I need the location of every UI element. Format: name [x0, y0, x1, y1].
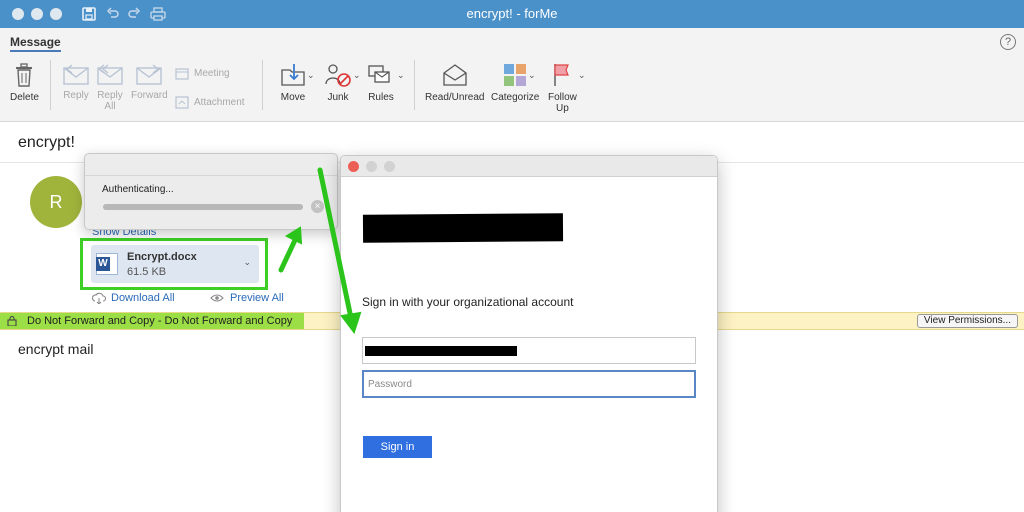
junk-label: Junk: [327, 92, 349, 103]
preview-all-link[interactable]: Preview All: [210, 292, 284, 304]
popup-titlebar: [85, 154, 337, 176]
attachment-size: 61.5 KB: [127, 266, 167, 278]
attachment-name: Encrypt.docx: [127, 251, 197, 263]
ribbon-divider: [414, 60, 415, 110]
reply-all-icon: [97, 64, 123, 85]
username-field[interactable]: [362, 337, 696, 364]
delete-label: Delete: [10, 92, 39, 103]
message-body: encrypt mail: [18, 341, 94, 357]
move-dropdown-chevron-icon[interactable]: ⌄: [307, 70, 315, 81]
arrow-to-popup: [278, 226, 303, 273]
forward-button[interactable]: Forward: [131, 64, 168, 101]
categorize-icon: [504, 64, 527, 86]
categorize-label: Categorize: [491, 92, 540, 103]
junk-icon: [325, 64, 351, 87]
signin-zoom-button[interactable]: [384, 161, 395, 172]
signin-window: Sign in with your organizational account…: [340, 155, 718, 512]
eye-icon: [210, 294, 224, 302]
attachment-highlight-box: W Encrypt.docx 61.5 KB ⌄: [80, 238, 268, 290]
signin-minimize-button[interactable]: [366, 161, 377, 172]
cloud-download-icon: [92, 292, 106, 304]
ribbon-divider: [262, 60, 263, 110]
attachment-chevron-down-icon[interactable]: ⌄: [243, 257, 251, 268]
redacted-organization-logo: [362, 213, 564, 243]
forward-label: Forward: [131, 90, 168, 101]
lock-icon: [7, 316, 17, 326]
title-bar: encrypt! - forMe: [0, 0, 1024, 28]
tab-message[interactable]: Message: [10, 35, 61, 52]
help-icon[interactable]: ?: [1000, 34, 1016, 50]
window-title: encrypt! - forMe: [466, 6, 558, 21]
rules-dropdown-chevron-icon[interactable]: ⌄: [397, 70, 405, 81]
sender-avatar[interactable]: R: [30, 176, 82, 228]
meeting-button[interactable]: Meeting: [175, 67, 230, 80]
reply-button[interactable]: Reply: [62, 64, 90, 101]
flag-icon: [554, 64, 570, 86]
reply-icon: [63, 64, 89, 85]
meeting-label: Meeting: [194, 68, 230, 79]
attachment-button[interactable]: Attachment: [175, 96, 245, 109]
junk-dropdown-chevron-icon[interactable]: ⌄: [353, 70, 361, 81]
download-all-link[interactable]: Download All: [92, 292, 175, 304]
move-to-folder-icon: [281, 64, 305, 86]
calendar-icon: [175, 68, 189, 80]
junk-button[interactable]: Junk: [324, 62, 352, 103]
ribbon-divider: [50, 60, 51, 110]
signin-titlebar: [341, 156, 717, 177]
message-subject: encrypt!: [18, 134, 75, 151]
reply-all-button[interactable]: Reply All: [96, 64, 124, 112]
follow-up-button[interactable]: Follow Up: [548, 62, 577, 114]
attachment-icon: [175, 96, 189, 109]
progress-bar-fill: [103, 204, 303, 210]
word-file-icon: W: [96, 253, 118, 275]
attachment-card[interactable]: W Encrypt.docx 61.5 KB ⌄: [91, 245, 259, 283]
read-unread-button[interactable]: Read/Unread: [425, 62, 484, 103]
password-field[interactable]: [362, 370, 696, 398]
forward-icon: [136, 64, 163, 85]
read-unread-label: Read/Unread: [425, 92, 485, 103]
reply-all-label: Reply All: [97, 90, 123, 112]
categorize-dropdown-chevron-icon[interactable]: ⌄: [528, 70, 536, 81]
rules-icon: [368, 65, 390, 83]
reply-label: Reply: [63, 90, 89, 101]
rules-label: Rules: [368, 92, 394, 103]
signin-close-button[interactable]: [348, 161, 359, 172]
preview-all-label: Preview All: [230, 292, 284, 304]
authenticating-label: Authenticating...: [102, 184, 174, 195]
redacted-username: [365, 346, 517, 356]
signin-title: Sign in with your organizational account: [362, 295, 574, 309]
follow-up-label: Follow Up: [548, 92, 577, 114]
delete-button[interactable]: Delete: [10, 62, 39, 103]
download-all-label: Download All: [111, 292, 175, 304]
trash-icon: [16, 63, 33, 87]
rules-button[interactable]: Rules: [367, 62, 395, 103]
follow-up-dropdown-chevron-icon[interactable]: ⌄: [578, 70, 586, 81]
view-permissions-button[interactable]: View Permissions...: [916, 314, 1018, 328]
attachment-label: Attachment: [194, 97, 245, 108]
signin-button[interactable]: Sign in: [363, 436, 432, 458]
move-label: Move: [280, 92, 306, 103]
categorize-button[interactable]: Categorize: [491, 62, 539, 103]
cancel-icon[interactable]: ×: [311, 200, 324, 213]
progress-bar: [103, 204, 303, 210]
open-envelope-icon: [443, 64, 467, 86]
authenticating-popup: Authenticating... ×: [84, 153, 338, 230]
protection-text: Do Not Forward and Copy - Do Not Forward…: [27, 315, 293, 327]
move-button[interactable]: Move: [280, 62, 306, 103]
ribbon-tab-bar: Message ?: [0, 28, 1024, 52]
